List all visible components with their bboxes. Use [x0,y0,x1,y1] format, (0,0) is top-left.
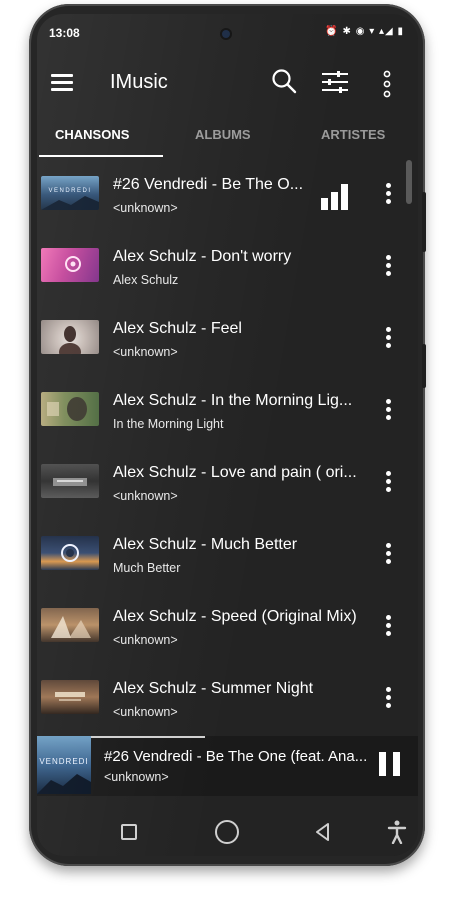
playback-progress-bar[interactable] [91,736,205,738]
song-options-icon[interactable] [386,327,392,351]
song-artist: <unknown> [113,705,178,719]
song-options-icon[interactable] [386,399,392,423]
phone-side-button [422,344,426,388]
song-title: Alex Schulz - Summer Night [113,680,314,697]
song-artist: In the Morning Light [113,417,224,431]
song-options-icon[interactable] [386,687,392,711]
tab-indicator [39,155,163,157]
now-playing-art-text: VENDREDI [39,757,88,766]
now-playing-title: #26 Vendredi - Be The One (feat. Ana... [104,748,368,765]
album-art-thumbnail [41,464,99,498]
song-row[interactable]: Alex Schulz - Don't worry Alex Schulz [37,234,418,306]
status-icons: ⏰ ✱ ◉ ▾ ▴◢ ▮ [325,26,404,37]
overflow-menu-icon[interactable] [382,70,392,98]
tab-albums[interactable]: ALBUMS [195,127,251,142]
album-art-thumbnail [41,392,99,426]
song-title: #26 Vendredi - Be The O... [113,176,304,193]
song-options-icon[interactable] [386,255,392,279]
now-playing-album-art: VENDREDI [37,736,91,794]
song-title: Alex Schulz - Much Better [113,536,298,553]
tab-artistes[interactable]: ARTISTES [321,127,385,142]
album-art-thumbnail [41,536,99,570]
hamburger-menu-icon[interactable] [51,74,73,94]
song-row[interactable]: Alex Schulz - Love and pain ( ori... <un… [37,450,418,522]
album-art-thumbnail: VENDREDI [41,176,99,210]
app-title: IMusic [110,71,168,93]
front-camera [222,30,230,38]
album-art-thumbnail [41,248,99,282]
song-options-icon[interactable] [386,471,392,495]
accessibility-icon[interactable] [387,820,407,844]
status-time: 13:08 [49,26,80,40]
song-row[interactable]: VENDREDI #26 Vendredi - Be The O... <unk… [37,162,418,234]
album-art-thumbnail [41,320,99,354]
equalizer-settings-icon[interactable] [321,70,349,94]
song-artist: <unknown> [113,201,178,215]
scrollbar-thumb[interactable] [406,160,412,204]
song-artist: Much Better [113,561,181,575]
song-artist: <unknown> [113,345,178,359]
song-row[interactable]: Alex Schulz - Much Better Much Better [37,522,418,594]
now-playing-artist: <unknown> [104,770,169,784]
song-options-icon[interactable] [386,615,392,639]
tab-bar: CHANSONS ALBUMS ARTISTES [37,119,418,159]
system-navigation-bar [37,796,418,856]
recent-apps-icon[interactable] [121,824,137,840]
song-artist: Alex Schulz [113,273,179,287]
song-options-icon[interactable] [386,543,392,567]
album-art-thumbnail [41,680,99,714]
song-title: Alex Schulz - Feel [113,320,242,337]
pause-icon[interactable] [379,752,401,776]
app-screen: 13:08 ⏰ ✱ ◉ ▾ ▴◢ ▮ IMusic CHANSONS ALBUM… [37,14,418,856]
song-title: Alex Schulz - Don't worry [113,248,292,265]
song-options-icon[interactable] [386,183,392,207]
tab-chansons[interactable]: CHANSONS [55,127,129,142]
song-artist: <unknown> [113,489,178,503]
svg-text:VENDREDI: VENDREDI [48,188,91,194]
now-playing-bars-icon [321,184,348,210]
phone-side-button [422,192,426,252]
song-title: Alex Schulz - Love and pain ( ori... [113,464,357,481]
song-row[interactable]: Alex Schulz - Summer Night <unknown> [37,666,418,738]
song-row[interactable]: Alex Schulz - Speed (Original Mix) <unkn… [37,594,418,666]
song-row[interactable]: Alex Schulz - Feel <unknown> [37,306,418,378]
home-icon[interactable] [215,820,239,844]
app-bar: IMusic [37,58,418,114]
song-row[interactable]: Alex Schulz - In the Morning Lig... In t… [37,378,418,450]
now-playing-bar[interactable]: VENDREDI #26 Vendredi - Be The One (feat… [37,736,418,796]
search-icon[interactable] [271,68,297,94]
back-icon[interactable] [313,822,333,842]
album-art-thumbnail [41,608,99,642]
song-title: Alex Schulz - In the Morning Lig... [113,392,353,409]
song-artist: <unknown> [113,633,178,647]
song-title: Alex Schulz - Speed (Original Mix) [113,608,357,625]
